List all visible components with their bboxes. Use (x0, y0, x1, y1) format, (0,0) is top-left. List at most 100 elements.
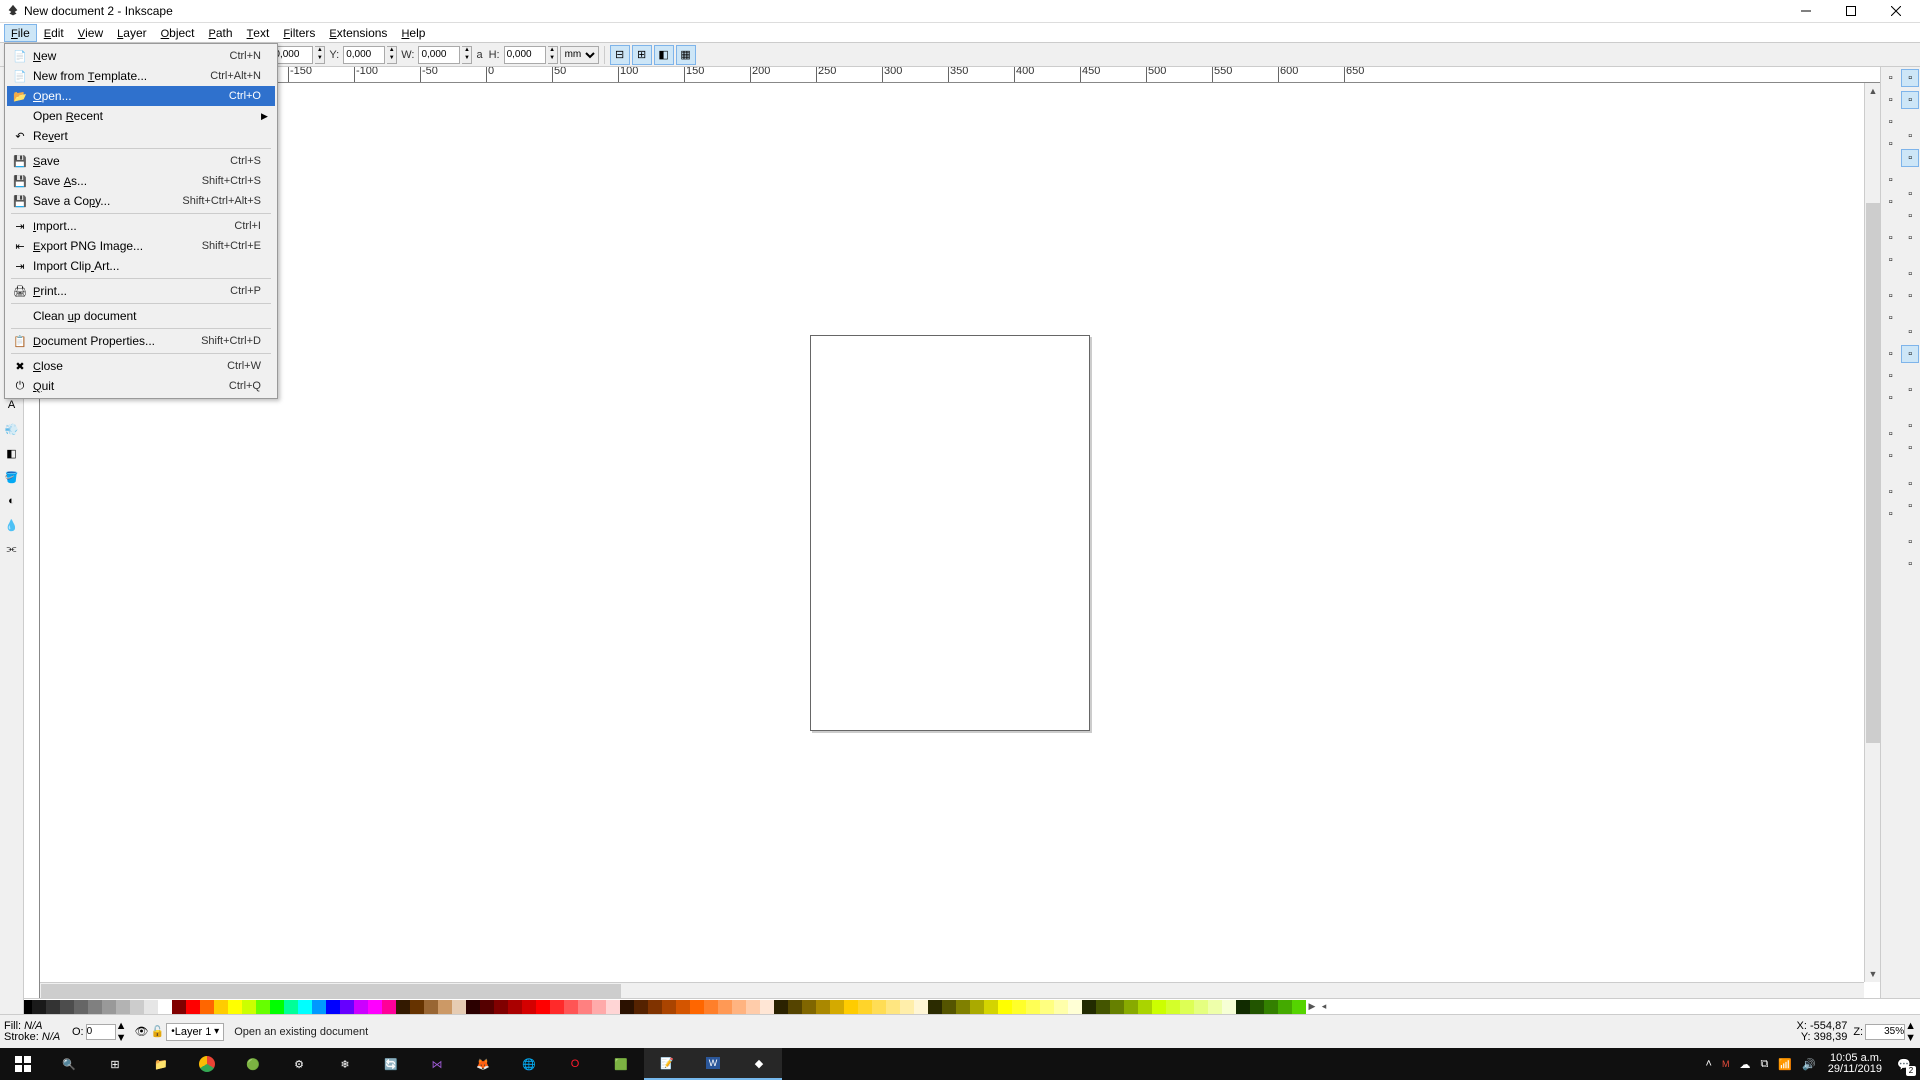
save-doc-button[interactable]: ▫ (1882, 113, 1900, 131)
opacity-input[interactable] (86, 1024, 116, 1040)
scrollbar-thumb[interactable] (1866, 203, 1880, 743)
menu-item-new-from-template-[interactable]: 📄New from Template...Ctrl+Alt+N (7, 66, 275, 86)
color-swatch[interactable] (452, 1000, 466, 1014)
volume-icon[interactable]: 🔊 (1802, 1058, 1816, 1071)
color-swatch[interactable] (1236, 1000, 1250, 1014)
color-swatch[interactable] (648, 1000, 662, 1014)
color-swatch[interactable] (1068, 1000, 1082, 1014)
affect-pattern-button[interactable]: ▦ (676, 45, 696, 65)
color-swatch[interactable] (60, 1000, 74, 1014)
color-swatch[interactable] (256, 1000, 270, 1014)
color-swatch[interactable] (620, 1000, 634, 1014)
copy-button[interactable]: ▫ (1882, 287, 1900, 305)
color-swatch[interactable] (830, 1000, 844, 1014)
color-swatch[interactable] (424, 1000, 438, 1014)
color-swatch[interactable] (914, 1000, 928, 1014)
menu-filters[interactable]: Filters (276, 24, 322, 42)
w-spinner[interactable]: ▲▼ (462, 46, 472, 64)
color-swatch[interactable] (1222, 1000, 1236, 1014)
color-swatch[interactable] (802, 1000, 816, 1014)
snap-center-button[interactable]: ▫ (1901, 265, 1919, 283)
bucket-tool[interactable]: 🪣 (2, 467, 22, 487)
vertical-scrollbar[interactable]: ▲ ▼ (1864, 83, 1880, 982)
menu-item-clean-up-document[interactable]: Clean up document (7, 306, 275, 326)
color-swatch[interactable] (872, 1000, 886, 1014)
canvas[interactable] (40, 83, 1880, 998)
menu-item-save-as-[interactable]: 💾Save As...Shift+Ctrl+S (7, 171, 275, 191)
eraser-tool[interactable]: ◧ (2, 443, 22, 463)
color-swatch[interactable] (1012, 1000, 1026, 1014)
color-swatch[interactable] (900, 1000, 914, 1014)
palette-scroll-right[interactable]: ▶ (1306, 1001, 1318, 1012)
color-swatch[interactable] (816, 1000, 830, 1014)
x-spinner[interactable]: ▲▼ (315, 46, 325, 64)
close-button[interactable] (1873, 0, 1918, 23)
color-swatch[interactable] (1180, 1000, 1194, 1014)
snap-edge-button[interactable]: ▫ (1901, 207, 1919, 225)
color-swatch[interactable] (298, 1000, 312, 1014)
stroke-value[interactable]: N/A (42, 1031, 60, 1043)
menu-item-save-a-copy-[interactable]: 💾Save a Copy...Shift+Ctrl+Alt+S (7, 191, 275, 211)
layers-dlg-button[interactable]: ▫ (1901, 497, 1919, 515)
group-button[interactable]: ▫ (1882, 483, 1900, 501)
color-swatch[interactable] (592, 1000, 606, 1014)
color-swatch[interactable] (242, 1000, 256, 1014)
menu-view[interactable]: View (71, 24, 110, 42)
color-swatch[interactable] (1264, 1000, 1278, 1014)
zoom-fit-button[interactable]: ▫ (1882, 389, 1900, 407)
color-swatch[interactable] (326, 1000, 340, 1014)
scrollbar-thumb[interactable] (41, 984, 621, 998)
menu-layer[interactable]: Layer (110, 24, 153, 42)
snap-rotation-button[interactable]: ▫ (1901, 287, 1919, 305)
color-swatch[interactable] (88, 1000, 102, 1014)
task-view-button[interactable]: ⊞ (92, 1048, 138, 1080)
color-swatch[interactable] (676, 1000, 690, 1014)
print-doc-button[interactable]: ▫ (1882, 135, 1900, 153)
color-swatch[interactable] (760, 1000, 774, 1014)
menu-item-new[interactable]: 📄NewCtrl+N (7, 46, 275, 66)
color-swatch[interactable] (368, 1000, 382, 1014)
start-button[interactable] (0, 1048, 46, 1080)
horizontal-scrollbar[interactable] (40, 982, 1864, 998)
paste-button[interactable]: ▫ (1882, 309, 1900, 327)
color-swatch[interactable] (340, 1000, 354, 1014)
color-swatch[interactable] (956, 1000, 970, 1014)
color-swatch[interactable] (102, 1000, 116, 1014)
color-swatch[interactable] (564, 1000, 578, 1014)
color-swatch[interactable] (998, 1000, 1012, 1014)
h-input[interactable] (504, 46, 546, 64)
app-icon-4[interactable]: 🔄 (368, 1048, 414, 1080)
snap-page-button[interactable]: ▫ (1901, 381, 1919, 399)
color-swatch[interactable] (228, 1000, 242, 1014)
export-button[interactable]: ▫ (1882, 193, 1900, 211)
import-button[interactable]: ▫ (1882, 171, 1900, 189)
menu-help[interactable]: Help (394, 24, 432, 42)
menu-item-import-clip-art-[interactable]: ⇥Import Clip Art... (7, 256, 275, 276)
color-swatch[interactable] (158, 1000, 172, 1014)
color-swatch[interactable] (32, 1000, 46, 1014)
color-swatch[interactable] (550, 1000, 564, 1014)
zoom-out-button[interactable]: ▫ (1882, 367, 1900, 385)
color-swatch[interactable] (718, 1000, 732, 1014)
connector-tool[interactable]: ⫘ (2, 539, 22, 559)
color-swatch[interactable] (704, 1000, 718, 1014)
lock-aspect-icon[interactable]: a (476, 49, 482, 61)
color-swatch[interactable] (1292, 1000, 1306, 1014)
color-swatch[interactable] (886, 1000, 900, 1014)
color-swatch[interactable] (746, 1000, 760, 1014)
zoom-input[interactable] (1865, 1024, 1905, 1040)
color-swatch[interactable] (1054, 1000, 1068, 1014)
dropper-tool[interactable]: 💧 (2, 515, 22, 535)
color-swatch[interactable] (522, 1000, 536, 1014)
maximize-button[interactable] (1828, 0, 1873, 23)
menu-extensions[interactable]: Extensions (322, 24, 394, 42)
color-swatch[interactable] (536, 1000, 550, 1014)
color-swatch[interactable] (788, 1000, 802, 1014)
search-button[interactable]: 🔍 (46, 1048, 92, 1080)
snap-nodes-button[interactable]: ▫ (1901, 127, 1919, 145)
snap-bbox-button[interactable]: ▫ (1901, 91, 1919, 109)
redo-button[interactable]: ▫ (1882, 251, 1900, 269)
color-swatch[interactable] (1250, 1000, 1264, 1014)
firefox-icon[interactable]: 🦊 (460, 1048, 506, 1080)
color-swatch[interactable] (186, 1000, 200, 1014)
